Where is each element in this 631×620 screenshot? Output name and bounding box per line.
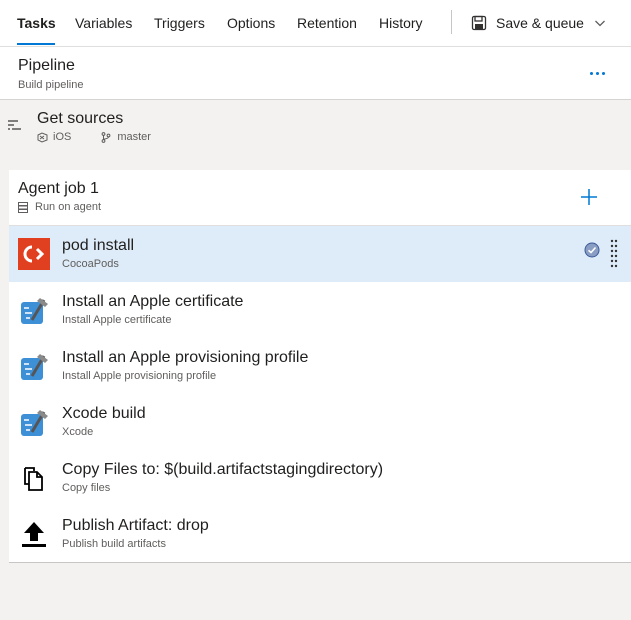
more-options-button[interactable] (590, 69, 610, 77)
tab-triggers[interactable]: Triggers (154, 15, 205, 31)
chevron-down-icon (595, 20, 605, 27)
task-name: pod install (62, 237, 135, 254)
repo-icon (37, 131, 48, 143)
task-description: Copy files (62, 482, 111, 494)
xcode-icon (21, 354, 48, 380)
agent-job-panel: Agent job 1 Run on agent pod install Coc… (9, 170, 631, 563)
toolbar-divider (451, 10, 452, 34)
task-name: Install an Apple certificate (62, 293, 244, 310)
task-description: Xcode (62, 426, 94, 438)
repo-name: iOS (53, 131, 72, 143)
agent-job-header[interactable]: Agent job 1 Run on agent (9, 170, 631, 226)
task-install-apple-provisioning-profile[interactable]: Install an Apple provisioning profile In… (9, 338, 631, 394)
tab-retention[interactable]: Retention (297, 15, 357, 31)
pipeline-header[interactable]: Pipeline Build pipeline (0, 47, 631, 100)
task-copy-files[interactable]: Copy Files to: $(build.artifactstagingdi… (9, 450, 631, 506)
get-sources-meta: iOS master (37, 131, 151, 143)
check-circle-icon (584, 242, 600, 258)
tab-bar: Tasks Variables Triggers Options Retenti… (0, 0, 631, 47)
task-name: Install an Apple provisioning profile (62, 349, 309, 366)
task-name: Xcode build (62, 405, 146, 422)
task-description: CocoaPods (62, 258, 119, 270)
copy-files-icon (24, 467, 43, 491)
pipeline-title: Pipeline (18, 57, 75, 74)
more-icon (590, 71, 593, 75)
task-xcode-build[interactable]: Xcode build Xcode (9, 394, 631, 450)
task-publish-artifact[interactable]: Publish Artifact: drop Publish build art… (9, 506, 631, 562)
publish-artifact-icon (22, 522, 46, 547)
task-name: Copy Files to: $(build.artifactstagingdi… (62, 461, 384, 478)
xcode-icon (21, 298, 48, 324)
save-icon (471, 15, 487, 31)
pipeline-subtitle: Build pipeline (18, 79, 84, 91)
get-sources-item[interactable]: Get sources iOS master (0, 100, 631, 156)
branch-name: master (117, 131, 151, 143)
task-description: Install Apple certificate (62, 314, 172, 326)
task-description: Publish build artifacts (62, 538, 166, 550)
sources-list-icon (8, 120, 21, 130)
xcode-icon (21, 410, 48, 436)
agent-job-subtitle: Run on agent (18, 201, 101, 213)
cocoapods-icon (18, 238, 50, 270)
branch-icon (101, 131, 111, 143)
drag-handle-icon[interactable] (610, 239, 618, 269)
tab-history[interactable]: History (379, 15, 423, 31)
task-description: Install Apple provisioning profile (62, 370, 217, 382)
save-queue-label: Save & queue (496, 15, 584, 31)
task-install-apple-certificate[interactable]: Install an Apple certificate Install App… (9, 282, 631, 338)
get-sources-title: Get sources (37, 110, 124, 127)
tab-tasks[interactable]: Tasks (17, 15, 56, 31)
task-name: Publish Artifact: drop (62, 517, 209, 534)
add-task-button[interactable] (579, 187, 599, 207)
server-icon (18, 201, 28, 213)
active-tab-indicator (17, 43, 55, 45)
agent-job-subtitle-text: Run on agent (35, 201, 102, 213)
task-pod-install[interactable]: pod install CocoaPods (9, 226, 631, 282)
tab-variables[interactable]: Variables (75, 15, 132, 31)
agent-job-title: Agent job 1 (18, 180, 99, 197)
save-queue-button[interactable]: Save & queue (471, 12, 606, 34)
tab-options[interactable]: Options (227, 15, 275, 31)
